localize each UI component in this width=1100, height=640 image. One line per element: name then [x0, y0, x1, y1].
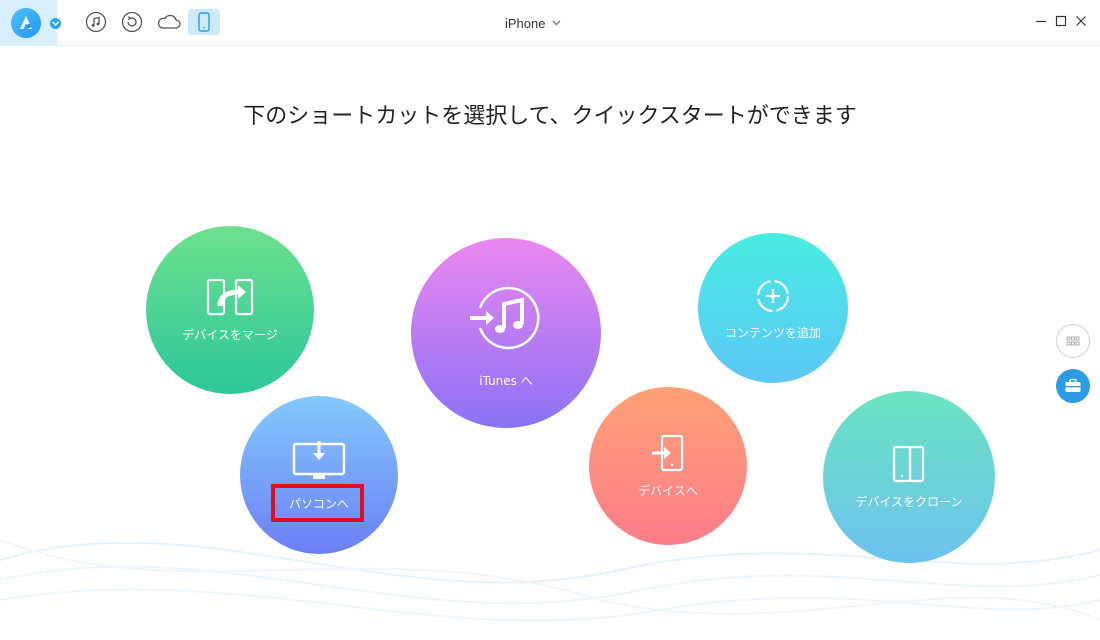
to-computer-button[interactable]: パソコンへ [240, 396, 398, 554]
page-title: 下のショートカットを選択して、クイックスタートができます [243, 104, 857, 129]
cloud-icon[interactable] [155, 10, 183, 34]
toolbox-button[interactable] [1056, 369, 1090, 403]
device-selector[interactable]: iPhone [505, 13, 561, 33]
restore-icon[interactable] [120, 10, 144, 34]
to-device-icon [652, 434, 684, 471]
merge-device-icon [206, 278, 254, 315]
to-itunes-button[interactable]: iTunes へ [411, 238, 601, 428]
chevron-down-icon [553, 20, 561, 26]
close-button[interactable] [1073, 13, 1089, 29]
clone-device-label: デバイスをクローン [855, 494, 963, 509]
title-bar: iPhone [0, 0, 1100, 46]
toolbox-icon [1065, 378, 1081, 392]
app-logo-menu[interactable] [0, 0, 57, 46]
anytrans-logo-icon [11, 8, 41, 38]
app-window: iPhone 下のショートカットを選択して、クイックスタートができます デバイス… [0, 0, 1100, 640]
phone-icon[interactable] [188, 9, 220, 35]
add-content-icon [756, 279, 790, 312]
music-icon[interactable] [84, 10, 108, 34]
maximize-button[interactable] [1053, 13, 1069, 29]
chevron-down-icon[interactable] [50, 18, 61, 29]
to-device-label: デバイスへ [638, 483, 698, 498]
to-device-button[interactable]: デバイスへ [589, 387, 747, 545]
clone-device-button[interactable]: デバイスをクローン [823, 391, 995, 563]
computer-download-icon [292, 440, 346, 479]
add-content-label: コンテンツを追加 [724, 325, 821, 340]
merge-device-label: デバイスをマージ [182, 327, 278, 342]
itunes-icon [470, 286, 540, 349]
grid-view-button[interactable] [1056, 324, 1090, 358]
clone-device-icon [892, 445, 925, 482]
highlight-box [271, 484, 364, 522]
itunes-label: iTunes へ [479, 373, 533, 388]
add-content-button[interactable]: コンテンツを追加 [698, 233, 848, 383]
merge-device-button[interactable]: デバイスをマージ [146, 226, 314, 394]
device-name: iPhone [505, 15, 546, 31]
grid-icon [1066, 336, 1080, 346]
minimize-button[interactable] [1033, 13, 1049, 29]
